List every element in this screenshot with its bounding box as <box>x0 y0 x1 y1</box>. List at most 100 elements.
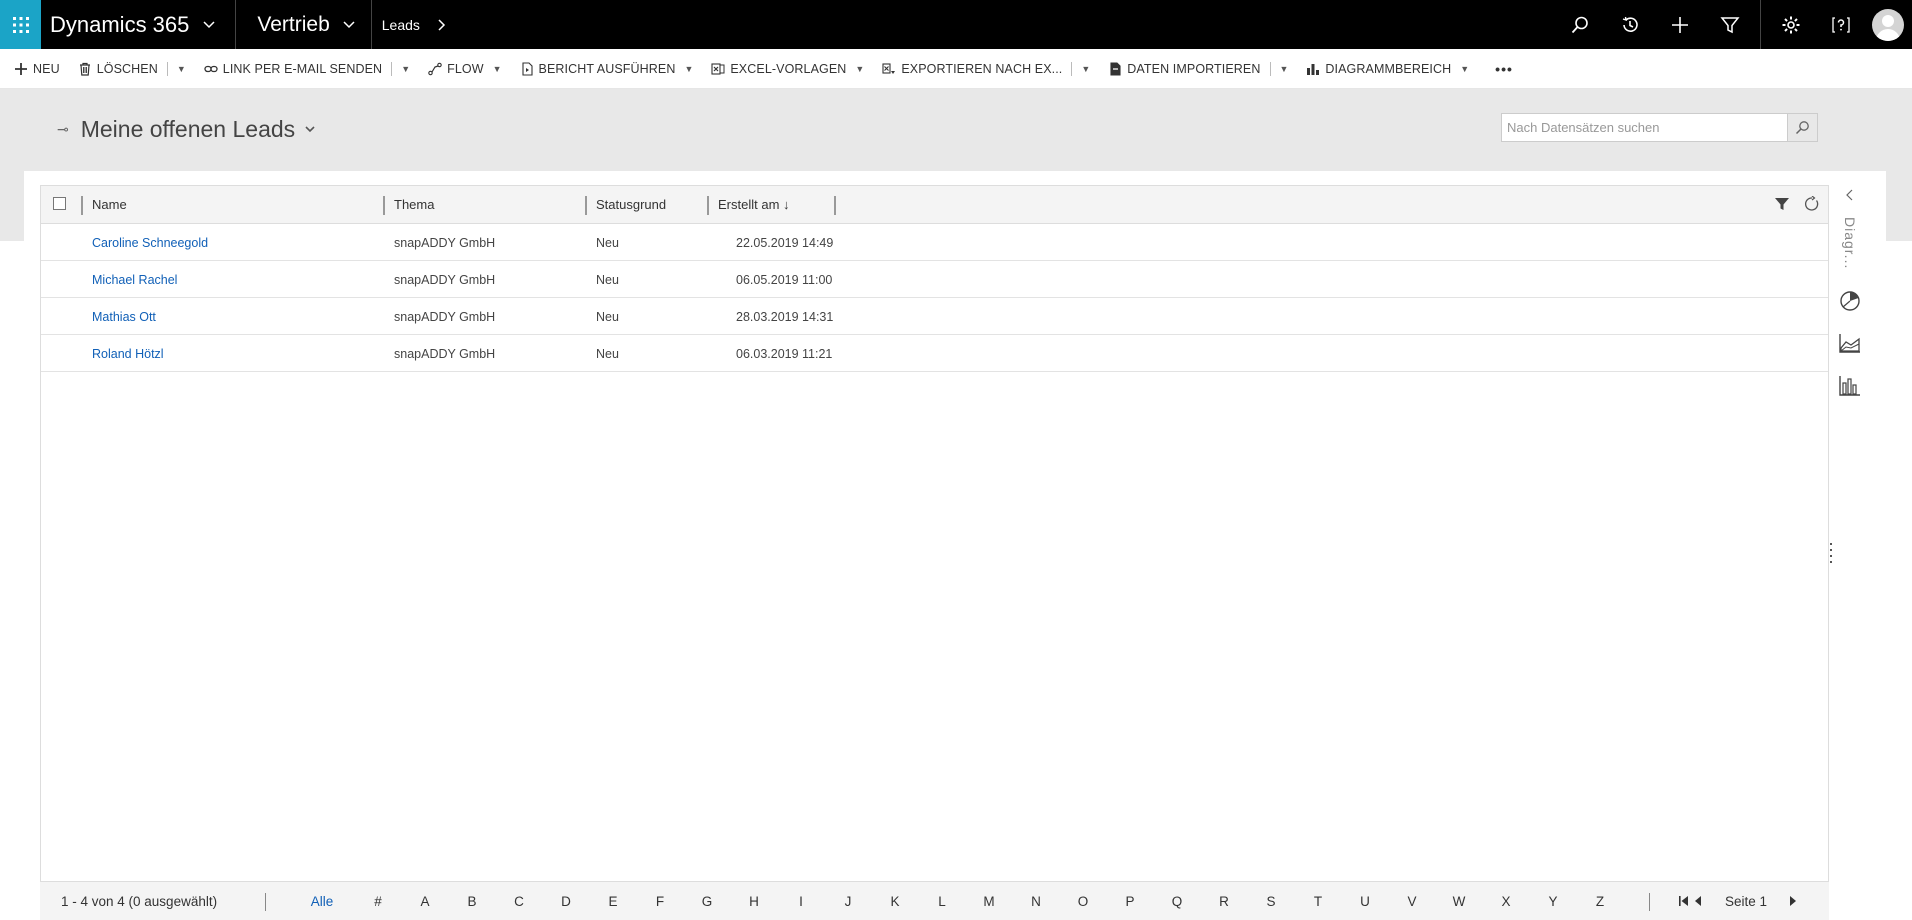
jump-bar-letter[interactable]: Z <box>1588 882 1612 920</box>
excel-templates-button[interactable]: EXCEL-VORLAGEN ▼ <box>711 49 864 89</box>
jump-bar-letter[interactable]: G <box>695 882 719 920</box>
jump-bar-letter[interactable]: H <box>742 882 766 920</box>
jump-bar-letter[interactable]: C <box>507 882 531 920</box>
export-dropdown-button[interactable]: ▼ <box>1081 64 1090 74</box>
table-row[interactable]: Roland Hötzl snapADDY GmbH Neu 06.03.201… <box>41 335 1828 372</box>
column-divider[interactable] <box>585 196 587 215</box>
jump-bar-letter[interactable]: W <box>1447 882 1471 920</box>
jump-bar-letter[interactable]: R <box>1212 882 1236 920</box>
search-input[interactable] <box>1502 114 1788 141</box>
chevron-down-icon: ▼ <box>492 63 502 74</box>
breadcrumb-leads[interactable]: Leads <box>372 0 446 49</box>
lead-created-on: 06.03.2019 11:21 <box>736 346 833 361</box>
jump-bar-letter[interactable]: N <box>1024 882 1048 920</box>
jump-bar-letter[interactable]: J <box>836 882 860 920</box>
jump-bar-letter[interactable]: A <box>413 882 437 920</box>
column-header-status-reason[interactable]: Statusgrund <box>596 186 666 223</box>
column-chart-button[interactable] <box>1833 371 1867 401</box>
lead-name-link[interactable]: Michael Rachel <box>92 261 177 298</box>
lead-status-reason: Neu <box>596 309 619 324</box>
column-divider[interactable] <box>383 196 385 215</box>
next-page-button[interactable] <box>1788 882 1798 920</box>
area-switcher[interactable]: Vertrieb <box>236 0 370 49</box>
flow-icon <box>428 62 442 75</box>
jump-bar-letter[interactable]: # <box>366 882 390 920</box>
jump-bar-letter[interactable]: L <box>930 882 954 920</box>
jump-bar-letter[interactable]: B <box>460 882 484 920</box>
column-divider[interactable] <box>707 196 709 215</box>
app-switcher[interactable]: Dynamics 365 <box>41 0 235 49</box>
user-avatar[interactable] <box>1872 8 1904 41</box>
advanced-find-button[interactable] <box>1705 0 1755 49</box>
delete-button[interactable]: LÖSCHEN <box>78 49 158 89</box>
jump-bar-letter[interactable]: K <box>883 882 907 920</box>
jump-bar-letter[interactable]: U <box>1353 882 1377 920</box>
area-chart-button[interactable] <box>1833 328 1867 358</box>
recent-button[interactable] <box>1605 0 1655 49</box>
quick-create-button[interactable] <box>1655 0 1705 49</box>
jump-bar-letter[interactable]: O <box>1071 882 1095 920</box>
lead-name-link[interactable]: Roland Hötzl <box>92 335 164 372</box>
column-header-created-on[interactable]: Erstellt am ↓ <box>718 186 790 223</box>
column-header-topic[interactable]: Thema <box>394 186 434 223</box>
jump-bar-letter[interactable]: M <box>977 882 1001 920</box>
chart-pane-button[interactable]: DIAGRAMMBEREICH ▼ <box>1306 49 1469 89</box>
search-submit-button[interactable] <box>1787 114 1817 141</box>
previous-page-button[interactable] <box>1693 882 1703 920</box>
settings-button[interactable] <box>1766 0 1816 49</box>
column-divider[interactable] <box>834 196 836 215</box>
jump-bar-letter[interactable]: V <box>1400 882 1424 920</box>
lead-name-link[interactable]: Mathias Ott <box>92 298 156 335</box>
jump-bar-letter[interactable]: F <box>648 882 672 920</box>
email-link-dropdown-button[interactable]: ▼ <box>401 64 410 74</box>
jump-bar-all[interactable]: Alle <box>310 882 334 920</box>
select-all-checkbox[interactable] <box>53 197 66 210</box>
column-header-name[interactable]: Name <box>92 186 127 223</box>
link-icon <box>204 65 218 72</box>
chevron-down-icon <box>305 126 315 133</box>
email-link-button[interactable]: LINK PER E-MAIL SENDEN <box>204 49 382 89</box>
jump-bar-letter[interactable]: P <box>1118 882 1142 920</box>
more-commands-button[interactable]: ••• <box>1495 49 1513 89</box>
table-row[interactable]: Caroline Schneegold snapADDY GmbH Neu 22… <box>41 224 1828 261</box>
export-excel-button[interactable]: EXPORTIEREN NACH EX... <box>882 49 1062 89</box>
import-dropdown-button[interactable]: ▼ <box>1280 64 1289 74</box>
jump-bar-letter[interactable]: T <box>1306 882 1330 920</box>
lead-status-reason: Neu <box>596 272 619 287</box>
first-page-button[interactable] <box>1678 882 1690 920</box>
new-button[interactable]: NEU <box>14 49 60 89</box>
jump-bar-letter[interactable]: Y <box>1541 882 1565 920</box>
expand-chart-pane-button[interactable] <box>1833 185 1867 205</box>
jump-bar-letter[interactable]: S <box>1259 882 1283 920</box>
pie-chart-button[interactable] <box>1833 285 1867 315</box>
lead-name-link[interactable]: Caroline Schneegold <box>92 224 208 261</box>
breadcrumb-label: Leads <box>381 16 420 33</box>
jump-bar-letter[interactable]: X <box>1494 882 1518 920</box>
jump-bar-letter[interactable]: Q <box>1165 882 1189 920</box>
bar-chart-icon <box>1307 63 1320 75</box>
run-report-button[interactable]: BERICHT AUSFÜHREN ▼ <box>520 49 694 89</box>
jump-bar-letter[interactable]: E <box>601 882 625 920</box>
divider <box>1071 61 1073 76</box>
chevron-down-icon: ▼ <box>684 63 694 74</box>
divider <box>1760 0 1761 49</box>
delete-dropdown-button[interactable]: ▼ <box>177 64 186 74</box>
jump-bar-letter[interactable]: I <box>789 882 813 920</box>
divider <box>1649 893 1650 911</box>
view-selector[interactable]: ⊸ Meine offenen Leads <box>57 116 315 143</box>
help-button[interactable] <box>1816 0 1866 49</box>
app-launcher-button[interactable] <box>0 0 41 49</box>
flow-button[interactable]: FLOW ▼ <box>428 49 502 89</box>
table-row[interactable]: Mathias Ott snapADDY GmbH Neu 28.03.2019… <box>41 298 1828 335</box>
pin-icon[interactable]: ⊸ <box>57 121 69 138</box>
import-data-button[interactable]: DATEN IMPORTIEREN <box>1108 49 1260 89</box>
jump-bar-letter[interactable]: D <box>554 882 578 920</box>
refresh-button[interactable] <box>1802 194 1822 214</box>
lead-topic: snapADDY GmbH <box>394 235 496 250</box>
table-row[interactable]: Michael Rachel snapADDY GmbH Neu 06.05.2… <box>41 261 1828 298</box>
search-button[interactable] <box>1555 0 1605 49</box>
filter-button[interactable] <box>1772 194 1792 214</box>
column-divider[interactable] <box>81 196 83 215</box>
grid-header-actions <box>1772 194 1822 214</box>
chevron-down-icon: ▼ <box>1460 63 1470 74</box>
